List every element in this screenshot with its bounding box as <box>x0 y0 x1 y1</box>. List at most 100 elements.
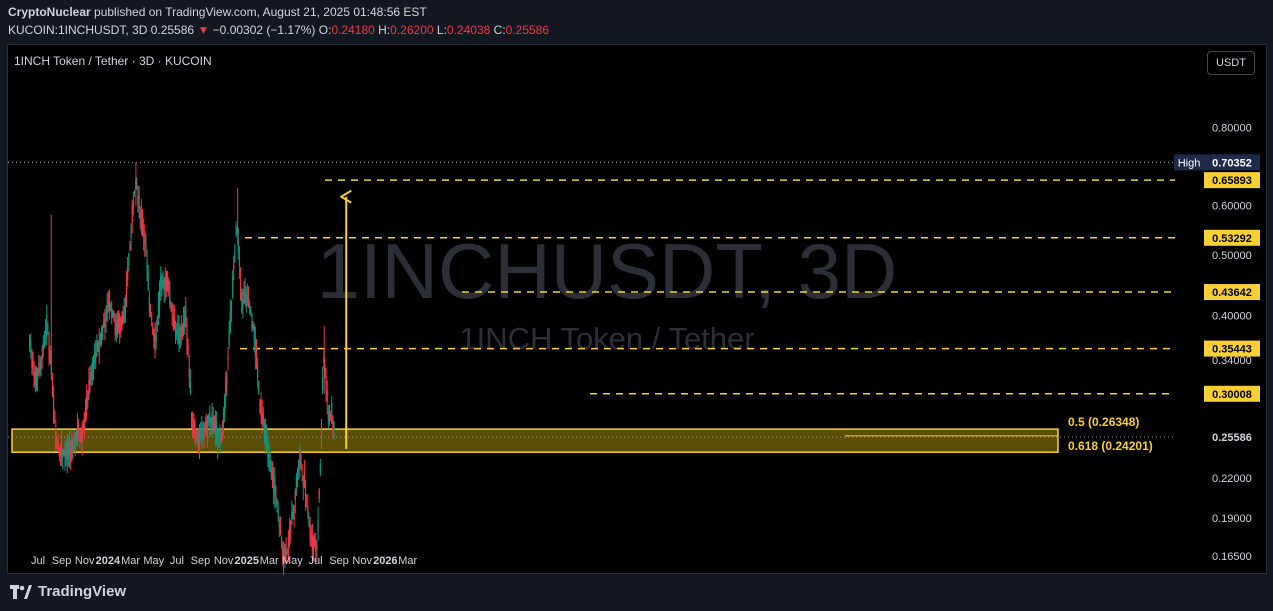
candle-body <box>223 397 226 415</box>
candle-body <box>197 430 199 448</box>
candle-body <box>268 453 270 467</box>
candle-body <box>137 195 139 203</box>
candle-body <box>262 414 264 425</box>
candle-body <box>317 519 319 532</box>
candle-body <box>174 329 177 338</box>
candle-body <box>275 486 277 498</box>
candle-body <box>172 315 174 329</box>
candle-body <box>170 303 172 307</box>
candle-body <box>119 315 121 334</box>
candle-body <box>257 365 259 378</box>
candle-body <box>112 310 114 317</box>
candle-body <box>287 542 290 549</box>
fib-zone <box>11 428 1059 453</box>
brand-name: TradingView <box>38 583 127 600</box>
candle-body <box>267 444 269 459</box>
level-price-tag: 0.35443 <box>1212 344 1252 356</box>
candle-body <box>99 334 101 341</box>
candle-body <box>181 327 184 331</box>
candle-body <box>322 376 324 391</box>
candle-body <box>96 340 98 357</box>
candle-body <box>160 275 162 292</box>
candle-body <box>159 290 161 306</box>
candle-body <box>105 316 107 319</box>
candle-body <box>260 399 262 417</box>
candle-body <box>290 520 292 533</box>
candle-body <box>302 475 304 487</box>
candle-body <box>115 322 117 336</box>
candle-body <box>243 291 245 302</box>
candle-body <box>327 412 329 420</box>
level-price-tag: 0.43642 <box>1212 287 1252 299</box>
candle-body <box>178 324 180 339</box>
candle-body <box>233 263 235 270</box>
candle-body <box>48 335 50 353</box>
candle-body <box>286 550 288 554</box>
candle-body <box>201 428 203 446</box>
candle-body <box>33 374 35 387</box>
candle-body <box>51 376 54 397</box>
candle-body <box>116 319 119 332</box>
candle-body <box>147 272 149 291</box>
candle-body <box>255 352 258 363</box>
x-axis-tick-label: Mar <box>121 555 140 567</box>
candle-body <box>315 540 317 551</box>
candle-body <box>222 412 225 427</box>
candle-body <box>145 242 147 249</box>
candle-body <box>65 450 67 458</box>
fib-upper-label: 0.5 (0.26348) <box>1068 415 1139 429</box>
candle-body <box>250 310 252 315</box>
candle-body <box>47 327 49 332</box>
candle-body <box>276 499 278 505</box>
y-axis-tick-label: 0.16500 <box>1212 551 1252 563</box>
candle-body <box>144 235 146 244</box>
price-chart[interactable]: 1INCHUSDT, 3D 1INCH Token / Tether 0.5 (0… <box>0 0 1273 611</box>
tradingview-logo[interactable]: TradingView <box>10 583 126 600</box>
candle-body <box>261 412 263 425</box>
candle-body <box>273 474 275 492</box>
candle-body <box>161 281 163 283</box>
candle-body <box>132 201 134 204</box>
candle-body <box>225 379 227 397</box>
candle-body <box>46 314 48 337</box>
candle-body <box>127 267 129 280</box>
candle-body <box>299 448 301 464</box>
x-axis-tick-label: May <box>143 555 164 567</box>
x-axis-tick-label: 2024 <box>96 555 121 567</box>
currency-button[interactable]: USDT <box>1207 51 1255 75</box>
candle-body <box>163 279 165 293</box>
candle-body <box>244 289 246 303</box>
candle-body <box>217 433 219 447</box>
x-axis-tick-label: Nov <box>214 555 234 567</box>
candle-body <box>131 205 133 222</box>
candle-body <box>269 460 271 472</box>
candle-body <box>43 334 46 346</box>
candle-body <box>91 361 93 381</box>
candle-body <box>55 431 57 449</box>
candle-body <box>189 382 191 393</box>
candle-body <box>123 308 125 323</box>
y-axis-tick-label: 0.80000 <box>1212 122 1252 134</box>
candle-body <box>29 337 31 346</box>
high-price-tag: 0.70352 <box>1212 157 1252 169</box>
candle-body <box>109 303 112 308</box>
candle-body <box>221 432 223 441</box>
candle-body <box>218 436 220 438</box>
candle-body <box>213 415 215 429</box>
candle-body <box>277 511 279 518</box>
candle-body <box>184 311 186 328</box>
candle-body <box>190 411 193 422</box>
candle-body <box>239 279 242 291</box>
candle-body <box>114 319 116 334</box>
candle-body <box>157 301 160 313</box>
candle-body <box>320 423 323 436</box>
x-axis-tick-label: Mar <box>398 555 417 567</box>
watermark-symbol: 1INCHUSDT, 3D <box>317 227 898 315</box>
candle-body <box>84 408 87 416</box>
candle-body <box>72 443 74 453</box>
y-axis-tick-label: 0.34000 <box>1212 355 1252 367</box>
candle-body <box>280 536 283 547</box>
candle-body <box>278 520 280 530</box>
candle-body <box>146 260 148 271</box>
candle-body <box>288 526 291 548</box>
